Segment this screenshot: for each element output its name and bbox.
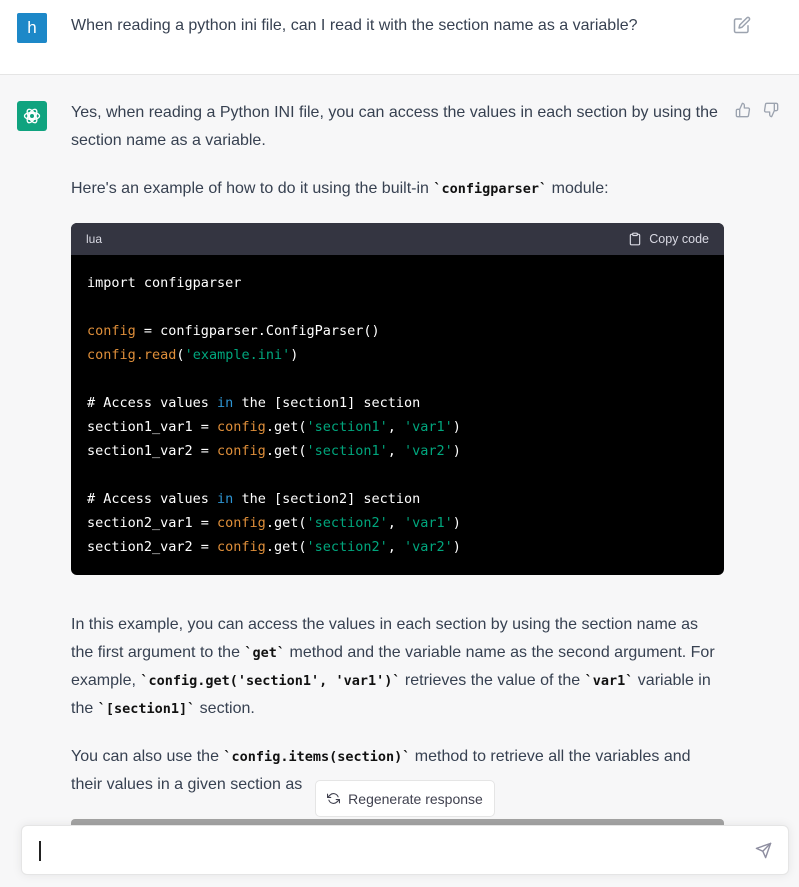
- chat-input-container: [21, 825, 789, 875]
- code-token: section2_var2 =: [87, 539, 218, 555]
- inline-code-section1: `[section1]`: [97, 701, 196, 717]
- thumbs-down-button[interactable]: [763, 102, 781, 120]
- para3-text: retrieves the value of the: [400, 672, 585, 689]
- code-block: lua Copy code import configparser config…: [71, 223, 724, 575]
- openai-logo-icon: [23, 108, 41, 124]
- inline-code-get: `get`: [244, 645, 286, 661]
- regenerate-response-label: Regenerate response: [348, 790, 483, 807]
- code-token: 'var2': [404, 443, 453, 459]
- code-token: ): [452, 515, 461, 531]
- code-token: 'section2': [306, 515, 388, 531]
- code-token: config: [217, 443, 266, 459]
- inline-code-config-items: `config.items(section)`: [223, 749, 411, 765]
- code-token: config: [87, 347, 136, 363]
- code-token: config: [217, 419, 266, 435]
- code-token: .get(: [265, 515, 307, 531]
- para2-text-post: module:: [547, 180, 609, 197]
- code-token: .get(: [265, 419, 307, 435]
- code-token: 'var1': [404, 419, 453, 435]
- code-token: section1_var1 =: [87, 419, 218, 435]
- code-token: .get(: [265, 539, 307, 555]
- inline-code-var1: `var1`: [584, 673, 634, 689]
- code-token: config: [217, 515, 266, 531]
- assistant-paragraph-3: In this example, you can access the valu…: [71, 611, 721, 723]
- refresh-icon: [327, 793, 341, 804]
- code-token: # Access values: [87, 491, 218, 507]
- assistant-message-row: Yes, when reading a Python INI file, you…: [0, 75, 799, 887]
- thumbs-down-icon: [763, 102, 779, 118]
- code-token: in: [217, 491, 234, 507]
- code-token: ): [452, 443, 461, 459]
- code-token: in: [217, 395, 234, 411]
- para4-text: You can also use the: [71, 748, 224, 765]
- code-token: the [section1] section: [233, 395, 421, 411]
- code-token: ): [452, 539, 461, 555]
- chat-input[interactable]: [38, 840, 738, 862]
- code-token: ,: [387, 419, 405, 435]
- code-token: section2_var1 =: [87, 515, 218, 531]
- thumbs-up-button[interactable]: [735, 102, 753, 120]
- code-token: = configparser.ConfigParser(): [135, 323, 380, 339]
- code-token: 'section2': [306, 539, 388, 555]
- code-token: the [section2] section: [233, 491, 421, 507]
- code-token: ,: [387, 515, 405, 531]
- user-avatar: h: [17, 13, 47, 43]
- code-token: .get(: [265, 443, 307, 459]
- code-token: ): [290, 347, 299, 363]
- edit-message-button[interactable]: [733, 16, 753, 36]
- inline-code-config-get: `config.get('section1', 'var1')`: [140, 673, 401, 689]
- code-token: (: [176, 347, 185, 363]
- user-message-row: h When reading a python ini file, can I …: [0, 0, 799, 75]
- send-button[interactable]: [755, 842, 775, 862]
- text-caret: [39, 841, 41, 861]
- assistant-paragraph-1: Yes, when reading a Python INI file, you…: [71, 104, 718, 149]
- copy-code-button[interactable]: Copy code: [628, 232, 709, 246]
- code-token: 'section1': [306, 443, 388, 459]
- para2-text-pre: Here's an example of how to do it using …: [71, 180, 434, 197]
- regenerate-response-button[interactable]: Regenerate response: [315, 780, 495, 817]
- user-message-text: When reading a python ini file, can I re…: [71, 17, 638, 34]
- code-token: 'example.ini': [184, 347, 291, 363]
- code-token: 'section1': [306, 419, 388, 435]
- code-token: config: [87, 323, 136, 339]
- paper-plane-icon: [755, 842, 772, 859]
- code-token: ,: [387, 443, 405, 459]
- code-token: ): [452, 419, 461, 435]
- code-token: config: [217, 539, 266, 555]
- assistant-paragraph-2: Here's an example of how to do it using …: [71, 175, 721, 203]
- code-line: import configparser: [87, 275, 242, 291]
- clipboard-icon: [629, 232, 641, 246]
- para3-text: section.: [195, 700, 255, 717]
- code-token: .read: [135, 347, 177, 363]
- code-token: ,: [387, 539, 405, 555]
- thumbs-up-icon: [735, 102, 751, 118]
- inline-code-configparser: `configparser`: [433, 181, 548, 197]
- user-avatar-letter: h: [27, 18, 37, 37]
- code-block-header: lua Copy code: [71, 223, 724, 255]
- code-token: 'var1': [404, 515, 453, 531]
- code-token: section1_var2 =: [87, 443, 218, 459]
- assistant-avatar: [17, 101, 47, 131]
- code-language-label: lua: [86, 232, 103, 246]
- code-body: import configparser config = configparse…: [71, 255, 724, 575]
- code-token: # Access values: [87, 395, 218, 411]
- code-token: 'var2': [404, 539, 453, 555]
- copy-code-label: Copy code: [649, 232, 709, 246]
- pencil-square-icon: [733, 16, 751, 34]
